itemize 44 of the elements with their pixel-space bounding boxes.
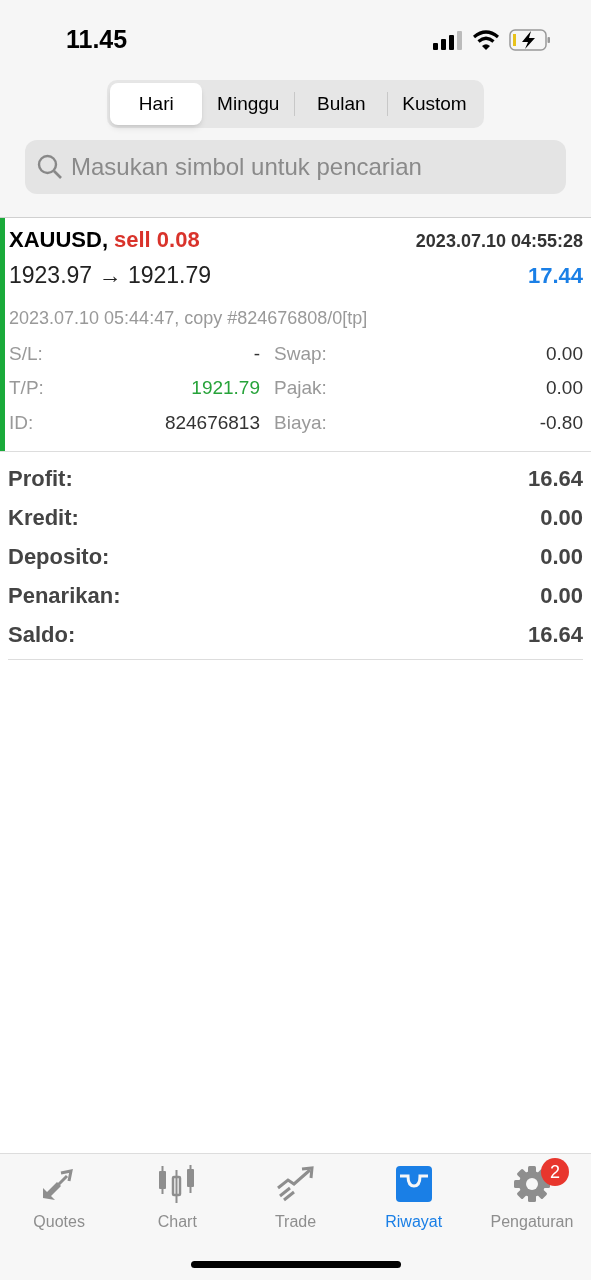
summary-value: 16.64 [527, 621, 583, 649]
deal-symbol: XAUUSD, [9, 226, 108, 254]
search-icon [37, 154, 63, 180]
summary-label: Profit: [8, 465, 73, 493]
detail-value: 1921.79 [191, 376, 260, 400]
search-field[interactable]: Masukan simbol untuk pencarian [25, 140, 566, 194]
signal-icon [433, 30, 463, 50]
detail-value: -0.80 [539, 410, 583, 435]
detail-value: - [253, 341, 260, 366]
wifi-icon [473, 30, 499, 50]
deal-action: sell 0.08 [114, 226, 200, 254]
trend-arrow-icon [275, 1166, 316, 1202]
summary-label: Kredit: [8, 504, 79, 532]
detail-value: 824676813 [164, 410, 260, 435]
deal-card[interactable]: XAUUSD, sell 0.08 2023.07.10 04:55:28 1923.97 → 1921.79 17.44 2023.07.10 05:44:47, copy #824676808/0[tp] S/L: - T/P: 1921.79 ID: 824676813 Swap: 0.00 Pajak: 0.00 Biaya: -0.80 [0, 218, 591, 452]
tab-bar-item[interactable]: Riwayat [354, 1154, 473, 1234]
summary-value: 0.00 [540, 582, 583, 610]
detail-label: S/L: [9, 341, 43, 366]
detail-label: ID: [9, 410, 34, 435]
period-tab[interactable]: Minggu [202, 83, 295, 125]
tab-bar-item[interactable]: 2 Pengaturan [472, 1154, 591, 1234]
deal-open-time: 2023.07.10 04:55:28 [415, 230, 583, 253]
period-tab[interactable]: Kustom [388, 83, 481, 125]
summary-value: 0.00 [540, 504, 583, 532]
summary-value: 16.64 [527, 465, 583, 493]
detail-value: 0.00 [546, 341, 583, 366]
inbox-tray-icon [393, 1166, 434, 1202]
deal-prices: 1923.97 → 1921.79 [9, 261, 212, 290]
deal-profit: 17.44 [527, 262, 583, 290]
detail-value: 0.00 [546, 376, 583, 400]
detail-label: Biaya: [274, 410, 327, 435]
detail-label: T/P: [9, 376, 44, 400]
period-tab[interactable]: Hari [110, 83, 203, 125]
notification-badge: 2 [540, 1158, 569, 1186]
period-tab[interactable]: Bulan [295, 83, 388, 125]
status-time: 11.45 [66, 24, 128, 56]
deal-comment: 2023.07.10 05:44:47, copy #824676808/0[tp] [9, 306, 369, 330]
detail-label: Swap: [274, 341, 327, 366]
summary-label: Deposito: [8, 543, 110, 571]
battery-charging-icon [509, 29, 551, 51]
detail-label: Pajak: [274, 376, 327, 400]
summary-label: Saldo: [8, 621, 76, 649]
summary-label: Penarikan: [8, 582, 121, 610]
summary-value: 0.00 [540, 543, 583, 571]
